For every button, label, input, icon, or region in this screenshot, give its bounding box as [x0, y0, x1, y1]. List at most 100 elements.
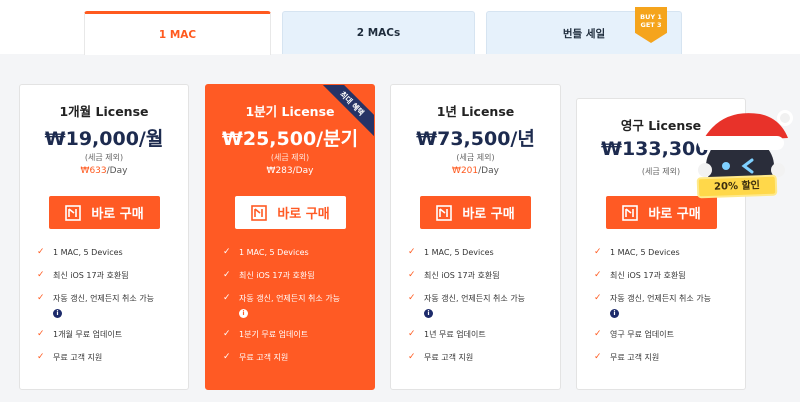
info-icon[interactable]: i [239, 309, 248, 318]
plan-title: 1분기 License [245, 104, 335, 119]
feature-item: ✓ 무료 고객 지원 [37, 352, 182, 363]
tax-note: (세금 제외) [84, 153, 124, 162]
feature-list: ✓ 1 MAC, 5 Devices ✓ 최신 iOS 17과 호환됨 ✓ 자동 갱신… [37, 247, 182, 363]
feature-text: 최신 iOS 17과 호환됨 [53, 271, 129, 280]
day-price-value: ₩283 [266, 166, 293, 176]
plan-title: 1년 License [436, 104, 515, 119]
day-price-unit: /Day [478, 166, 499, 176]
plan-card-quarterly: 최대 혜택 1분기 License ₩25,500/분기 (세금 제외) ₩28… [205, 84, 375, 390]
badge-line-2: GET 3 [640, 21, 662, 29]
plan-title: 1개월 License [59, 104, 149, 119]
cart-icon [251, 204, 268, 221]
check-icon: ✓ [594, 293, 602, 303]
info-icon[interactable]: i [53, 309, 62, 318]
feature-item: ✓ 자동 갱신, 언제든지 취소 가능 i [408, 293, 553, 318]
cart-icon [65, 204, 82, 221]
check-icon: ✓ [408, 293, 416, 303]
plan-price: ₩73,500/년 [416, 128, 535, 150]
feature-text: 최신 iOS 17과 호환됨 [424, 271, 500, 280]
feature-text: 무료 고객 지원 [610, 353, 660, 362]
check-icon: ✓ [37, 352, 45, 362]
feature-item: ✓ 1 MAC, 5 Devices [223, 247, 368, 258]
feature-item: ✓ 자동 갱신, 언제든지 취소 가능 i [37, 293, 182, 318]
feature-item: ✓ 무료 고객 지원 [594, 352, 739, 363]
feature-text: 1 MAC, 5 Devices [239, 248, 309, 257]
price-per-day: ₩283/Day [206, 166, 374, 176]
feature-item: ✓ 최신 iOS 17과 호환됨 [223, 270, 368, 281]
feature-text: 무료 고객 지원 [424, 353, 474, 362]
pricing-page: 1 MAC 2 MACs 번들 세일 BUY 1 GET 3 1개월 Licen… [0, 0, 800, 402]
feature-text: 무료 고객 지원 [53, 353, 103, 362]
info-icon[interactable]: i [610, 309, 619, 318]
check-icon: ✓ [37, 270, 45, 280]
feature-text: 무료 고객 지원 [239, 353, 289, 362]
check-icon: ✓ [223, 270, 231, 280]
buy-now-label: 바로 구매 [91, 207, 144, 222]
feature-text: 1년 무료 업데이트 [424, 330, 486, 339]
day-price-unit: /Day [106, 166, 128, 176]
day-price-value: ₩633 [80, 166, 107, 176]
check-icon: ✓ [408, 329, 416, 339]
cart-icon [436, 204, 453, 221]
feature-item: ✓ 1 MAC, 5 Devices [408, 247, 553, 258]
badge-line-1: BUY 1 [640, 13, 662, 21]
feature-item: ✓ 최신 iOS 17과 호환됨 [594, 270, 739, 281]
feature-item: ✓ 1분기 무료 업데이트 [223, 329, 368, 340]
check-icon: ✓ [223, 329, 231, 339]
feature-text: 1 MAC, 5 Devices [53, 248, 123, 257]
feature-text: 1개월 무료 업데이트 [53, 330, 123, 339]
feature-text: 자동 갱신, 언제든지 취소 가능 [53, 294, 155, 303]
license-tabs: 1 MAC 2 MACs 번들 세일 BUY 1 GET 3 [0, 0, 800, 55]
buy-now-button[interactable]: 바로 구매 [235, 196, 346, 229]
buy-now-label: 바로 구매 [462, 207, 515, 222]
feature-item: ✓ 1년 무료 업데이트 [408, 329, 553, 340]
plan-price: ₩19,000/월 [44, 128, 164, 150]
feature-list: ✓ 1 MAC, 5 Devices ✓ 최신 iOS 17과 호환됨 ✓ 자동 갱신… [594, 247, 739, 363]
discount-badge: 20% 할인 [696, 174, 778, 199]
check-icon: ✓ [37, 329, 45, 339]
feature-text: 1 MAC, 5 Devices [424, 248, 494, 257]
feature-text: 영구 무료 업데이트 [610, 330, 674, 339]
check-icon: ✓ [408, 247, 416, 257]
cart-icon [622, 204, 639, 221]
plan-card-yearly: 1년 License ₩73,500/년 (세금 제외) ₩201/Day 바로… [390, 84, 561, 390]
check-icon: ✓ [37, 247, 45, 257]
tax-note: (세금 제외) [456, 153, 495, 162]
feature-item: ✓ 영구 무료 업데이트 [594, 329, 739, 340]
feature-text: 자동 갱신, 언제든지 취소 가능 [239, 294, 341, 303]
check-icon: ✓ [408, 270, 416, 280]
feature-item: ✓ 무료 고객 지원 [408, 352, 553, 363]
check-icon: ✓ [223, 247, 231, 257]
feature-list: ✓ 1 MAC, 5 Devices ✓ 최신 iOS 17과 호환됨 ✓ 자동 갱신… [223, 247, 368, 363]
check-icon: ✓ [37, 293, 45, 303]
buy-now-button[interactable]: 바로 구매 [49, 196, 160, 229]
feature-text: 자동 갱신, 언제든지 취소 가능 [424, 294, 526, 303]
buy-now-button[interactable]: 바로 구매 [420, 196, 531, 229]
buy-now-label: 바로 구매 [648, 207, 701, 222]
feature-list: ✓ 1 MAC, 5 Devices ✓ 최신 iOS 17과 호환됨 ✓ 자동 갱신… [408, 247, 553, 363]
check-icon: ✓ [223, 293, 231, 303]
tab-2-macs[interactable]: 2 MACs [282, 11, 475, 54]
feature-text: 자동 갱신, 언제든지 취소 가능 [610, 294, 712, 303]
check-icon: ✓ [594, 270, 602, 280]
feature-text: 최신 iOS 17과 호환됨 [610, 271, 686, 280]
plan-card-monthly: 1개월 License ₩19,000/월 (세금 제외) ₩633/Day 바… [19, 84, 189, 390]
info-icon[interactable]: i [424, 309, 433, 318]
check-icon: ✓ [594, 352, 602, 362]
feature-item: ✓ 1 MAC, 5 Devices [37, 247, 182, 258]
check-icon: ✓ [594, 247, 602, 257]
feature-text: 최신 iOS 17과 호환됨 [239, 271, 315, 280]
feature-item: ✓ 최신 iOS 17과 호환됨 [408, 270, 553, 281]
feature-item: ✓ 자동 갱신, 언제든지 취소 가능 i [223, 293, 368, 318]
price-per-day: ₩201/Day [391, 166, 560, 176]
check-icon: ✓ [594, 329, 602, 339]
buy-now-label: 바로 구매 [277, 207, 330, 222]
feature-text: 1 MAC, 5 Devices [610, 248, 680, 257]
tax-note: (세금 제외) [270, 153, 310, 162]
day-price-unit: /Day [292, 166, 314, 176]
feature-item: ✓ 무료 고객 지원 [223, 352, 368, 363]
check-icon: ✓ [223, 352, 231, 362]
tab-1-mac[interactable]: 1 MAC [84, 11, 271, 55]
feature-text: 1분기 무료 업데이트 [239, 330, 309, 339]
price-per-day: ₩633/Day [20, 166, 188, 176]
